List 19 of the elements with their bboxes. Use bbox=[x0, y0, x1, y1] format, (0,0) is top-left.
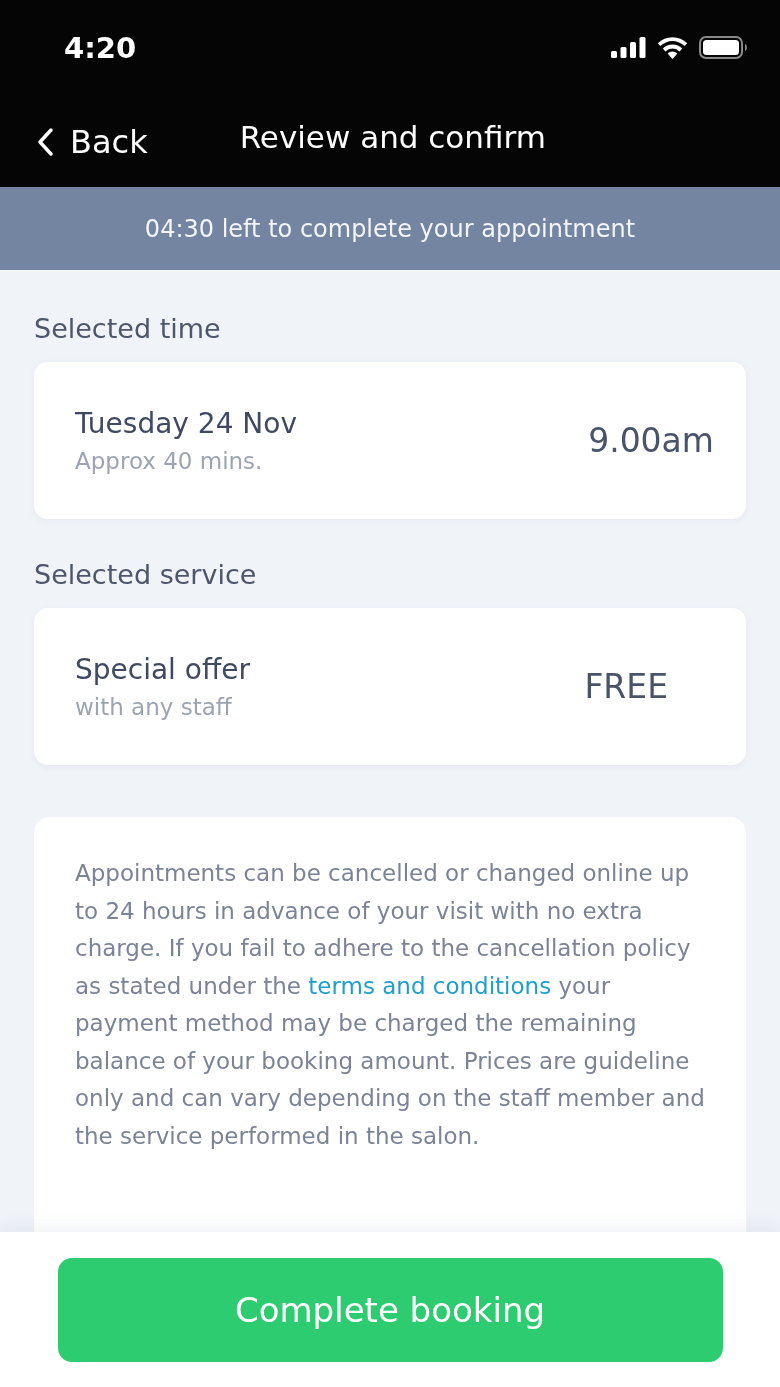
card-title: Special offer bbox=[75, 651, 250, 688]
card-subtitle: Approx 40 mins. bbox=[75, 446, 264, 476]
battery-icon bbox=[699, 36, 748, 59]
status-time: 4:20 bbox=[64, 30, 137, 65]
complete-booking-button[interactable]: Complete booking bbox=[57, 1257, 723, 1362]
card-value: 9.00am bbox=[588, 420, 715, 461]
card-value: FREE bbox=[584, 666, 669, 707]
chevron-left-icon bbox=[36, 127, 54, 157]
policy-text: Appointments can be cancelled or changed online up to 24 hours in advance of your visit with no extra charge. If you fail to adhere to the cancellation policy as stated under the terms and conditions your payment method may be charged the remaining balance of your booking amount. Prices are guideline only and can vary depending on the staff member and the service performed in the salon. bbox=[75, 859, 706, 1151]
section-heading: Selected time bbox=[33, 313, 222, 345]
back-button[interactable]: Back bbox=[36, 121, 148, 161]
card-title: Tuesday 24 Nov bbox=[75, 405, 297, 442]
terms-link[interactable]: terms and conditions bbox=[308, 972, 552, 999]
page-title: Review and confirm bbox=[239, 118, 546, 157]
card-subtitle: with any staff bbox=[75, 692, 233, 722]
wifi-icon bbox=[656, 36, 689, 59]
section-heading: Selected service bbox=[33, 559, 258, 591]
timer-banner: 04:30 left to complete your appointment bbox=[0, 187, 780, 270]
signal-icon bbox=[611, 37, 646, 58]
